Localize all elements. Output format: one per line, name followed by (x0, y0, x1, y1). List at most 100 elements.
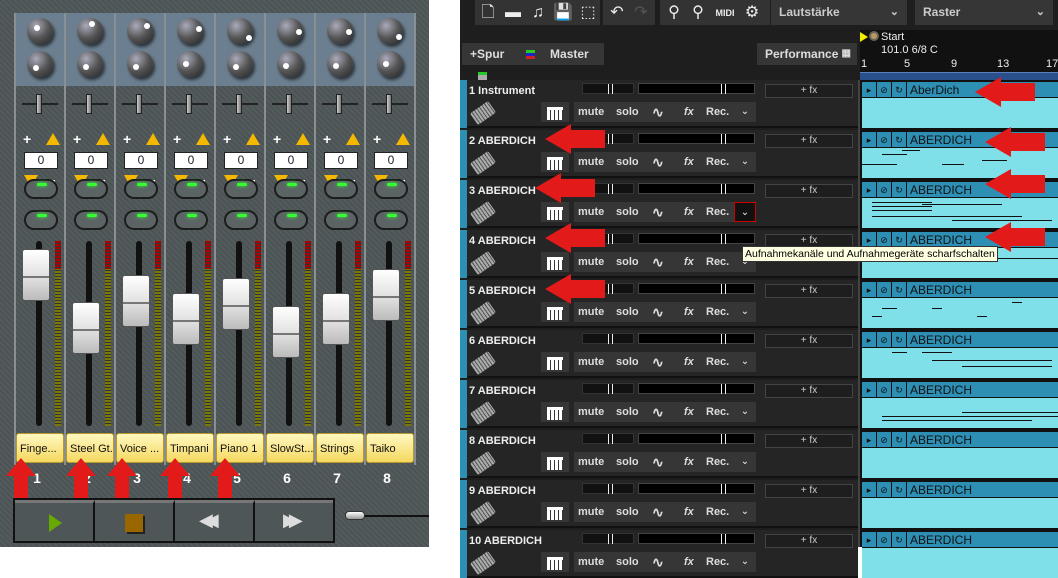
rec-button[interactable]: Rec. (706, 352, 729, 372)
balance-slider[interactable] (172, 94, 208, 114)
volume-meter[interactable] (638, 283, 755, 294)
mute-button[interactable]: mute (578, 102, 604, 122)
rec-options-dropdown[interactable]: ⌄ (734, 152, 756, 172)
solo-button[interactable]: solo (616, 102, 639, 122)
track-row[interactable]: 5 ABERDICH mute solo ∿ fx Rec. ⌄ + fx (460, 280, 858, 328)
pan-knob[interactable] (327, 18, 353, 44)
volume-meter[interactable] (638, 483, 755, 494)
pan-knob[interactable] (377, 18, 403, 44)
automation-icon[interactable]: ∿ (652, 102, 664, 122)
mute-clip-icon[interactable]: ⊘ (877, 382, 892, 398)
solo-button[interactable]: solo (616, 202, 639, 222)
transpose-value[interactable]: 0 (124, 152, 158, 169)
add-fx-button[interactable]: + fx (765, 84, 853, 98)
solo-toggle[interactable] (374, 210, 408, 230)
automation-icon[interactable]: ∿ (652, 202, 664, 222)
play-clip-icon[interactable]: ▸ (862, 182, 877, 198)
solo-toggle[interactable] (274, 210, 308, 230)
add-fx-button[interactable]: + fx (765, 284, 853, 298)
transpose-up-button[interactable] (346, 133, 360, 145)
transpose-up-button[interactable] (46, 133, 60, 145)
send-knob[interactable] (377, 51, 403, 77)
pan-meter[interactable] (582, 533, 634, 544)
pan-meter[interactable] (582, 333, 634, 344)
track-name[interactable]: 5 ABERDICH (469, 285, 536, 297)
mute-clip-icon[interactable]: ⊘ (877, 82, 892, 98)
piano-roll-button[interactable] (541, 152, 569, 172)
track-name[interactable]: 1 Instrument (469, 85, 535, 97)
add-fx-button[interactable]: + fx (765, 134, 853, 148)
transpose-up-button[interactable] (396, 133, 410, 145)
transpose-value[interactable]: 0 (324, 152, 358, 169)
fast-forward-button[interactable] (255, 500, 333, 541)
volume-fader[interactable] (372, 268, 400, 321)
volume-fader[interactable] (22, 248, 50, 301)
automation-icon[interactable]: ∿ (652, 302, 664, 322)
rec-button[interactable]: Rec. (706, 152, 729, 172)
send-knob[interactable] (227, 51, 253, 77)
play-clip-icon[interactable]: ▸ (862, 332, 877, 348)
transpose-value[interactable]: 0 (174, 152, 208, 169)
piano-roll-button[interactable] (541, 352, 569, 372)
balance-slider[interactable] (222, 94, 258, 114)
rewind-button[interactable] (175, 500, 255, 541)
slider-handle[interactable] (345, 511, 365, 520)
automation-icon[interactable]: ∿ (652, 502, 664, 522)
fx-button[interactable]: fx (684, 552, 694, 572)
pan-knob[interactable] (227, 18, 253, 44)
track-row[interactable]: 10 ABERDICH mute solo ∿ fx Rec. ⌄ + fx (460, 530, 858, 578)
balance-slider[interactable] (272, 94, 308, 114)
play-clip-icon[interactable]: ▸ (862, 382, 877, 398)
balance-slider[interactable] (122, 94, 158, 114)
save-icon[interactable]: 💾 (553, 3, 573, 23)
add-track-button[interactable]: +Spur Master (462, 43, 604, 82)
piano-roll-button[interactable] (541, 302, 569, 322)
loop-clip-icon[interactable]: ↻ (892, 482, 907, 498)
fx-button[interactable]: fx (684, 402, 694, 422)
mute-clip-icon[interactable]: ⊘ (877, 432, 892, 448)
solo-toggle[interactable] (324, 210, 358, 230)
fx-button[interactable]: fx (684, 252, 694, 272)
solo-button[interactable]: solo (616, 452, 639, 472)
track-row[interactable]: 2 ABERDICH mute solo ∿ fx Rec. ⌄ + fx (460, 130, 858, 178)
add-fx-button[interactable]: + fx (765, 384, 853, 398)
volume-fader[interactable] (322, 293, 350, 346)
send-knob[interactable] (277, 51, 303, 77)
send-knob[interactable] (177, 51, 203, 77)
transpose-up-button[interactable] (96, 133, 110, 145)
midi-clip[interactable]: ▸ ⊘ ↻ ABERDICH (862, 332, 1058, 378)
volume-meter[interactable] (638, 533, 755, 544)
transpose-value[interactable]: 0 (374, 152, 408, 169)
piano-roll-button[interactable] (541, 452, 569, 472)
solo-button[interactable]: solo (616, 152, 639, 172)
midi-clip[interactable]: ▸ ⊘ ↻ ABERDICH (862, 282, 1058, 328)
volume-meter[interactable] (638, 333, 755, 344)
rec-button[interactable]: Rec. (706, 452, 729, 472)
send-knob[interactable] (77, 51, 103, 77)
solo-button[interactable]: solo (616, 352, 639, 372)
track-row[interactable]: 3 ABERDICH mute solo ∿ fx Rec. ⌄ + fx (460, 180, 858, 228)
loop-clip-icon[interactable]: ↻ (892, 382, 907, 398)
solo-button[interactable]: solo (616, 302, 639, 322)
volume-meter[interactable] (638, 433, 755, 444)
transpose-value[interactable]: 0 (224, 152, 258, 169)
loop-clip-icon[interactable]: ↻ (892, 532, 907, 548)
rec-button[interactable]: Rec. (706, 202, 729, 222)
balance-slider[interactable] (22, 94, 58, 114)
rec-options-dropdown[interactable]: ⌄ (734, 352, 756, 372)
piano-roll-button[interactable] (541, 502, 569, 522)
transpose-value[interactable]: 0 (74, 152, 108, 169)
midi-clip[interactable]: ▸ ⊘ ↻ ABERDICH (862, 482, 1058, 528)
slider-handle[interactable] (36, 94, 42, 114)
play-clip-icon[interactable]: ▸ (862, 532, 877, 548)
settings-icon[interactable]: ⚙ (742, 3, 762, 23)
piano-roll-button[interactable] (541, 102, 569, 122)
piano-roll-button[interactable] (541, 202, 569, 222)
send-knob[interactable] (327, 51, 353, 77)
rec-options-dropdown[interactable]: ⌄ (734, 202, 756, 222)
mute-button[interactable]: mute (578, 402, 604, 422)
volume-meter[interactable] (638, 383, 755, 394)
mute-clip-icon[interactable]: ⊘ (877, 532, 892, 548)
fx-button[interactable]: fx (684, 152, 694, 172)
instrument-name-button[interactable]: Strings (316, 433, 364, 463)
